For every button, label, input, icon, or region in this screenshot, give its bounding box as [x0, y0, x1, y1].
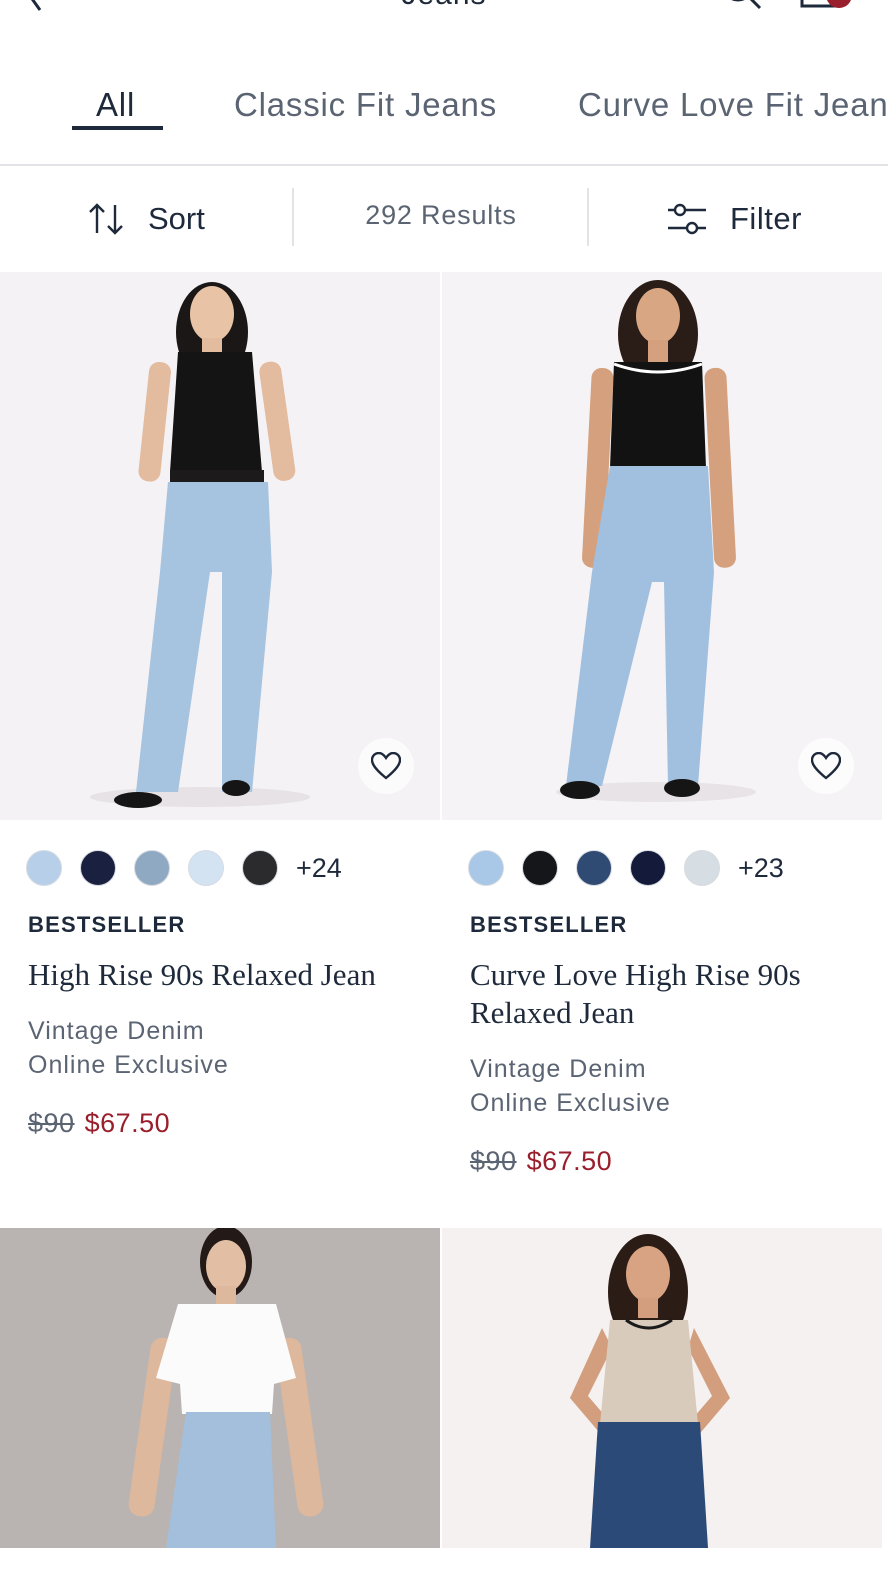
bestseller-badge: BESTSELLER — [28, 912, 186, 937]
tab-curve-love-fit-jeans[interactable]: Curve Love Fit Jeans — [578, 86, 888, 124]
sort-label: Sort — [148, 201, 205, 236]
product-meta: Vintage Denim Online Exclusive — [28, 1014, 229, 1082]
wishlist-button[interactable] — [358, 738, 414, 794]
color-swatch[interactable] — [188, 850, 224, 886]
product-price: $90 $67.50 — [28, 1108, 170, 1139]
color-swatch[interactable] — [630, 850, 666, 886]
original-price: $90 — [470, 1146, 517, 1176]
sort-button[interactable]: Sort — [86, 196, 205, 242]
color-swatch[interactable] — [80, 850, 116, 886]
product-price: $90 $67.50 — [470, 1146, 612, 1177]
bestseller-badge: BESTSELLER — [470, 912, 628, 937]
color-swatches: +24 — [26, 848, 342, 888]
filter-button[interactable]: Filter — [666, 196, 802, 242]
sort-arrows-icon — [89, 203, 123, 235]
color-swatch[interactable] — [242, 850, 278, 886]
filter-label: Filter — [730, 201, 802, 236]
sale-price: $67.50 — [84, 1108, 171, 1138]
original-price: $90 — [28, 1108, 75, 1138]
color-swatch[interactable] — [684, 850, 720, 886]
tab-classic-fit-jeans[interactable]: Classic Fit Jeans — [234, 86, 497, 124]
color-swatch[interactable] — [576, 850, 612, 886]
sort-filter-bar: Sort 292 Results Filter — [0, 166, 888, 272]
category-tabs: All Classic Fit Jeans Curve Love Fit Jea… — [0, 76, 888, 166]
heart-icon — [811, 752, 841, 780]
product-card[interactable] — [442, 1228, 882, 1548]
color-swatches: +23 — [468, 848, 784, 888]
product-availability: Online Exclusive — [28, 1051, 229, 1079]
product-image[interactable] — [442, 1228, 882, 1548]
product-meta: Vintage Denim Online Exclusive — [470, 1052, 671, 1120]
color-swatch[interactable] — [468, 850, 504, 886]
tab-all[interactable]: All — [96, 86, 135, 124]
product-name[interactable]: High Rise 90s Relaxed Jean — [28, 956, 428, 994]
product-availability: Online Exclusive — [470, 1089, 671, 1117]
divider — [292, 188, 294, 246]
color-swatch[interactable] — [134, 850, 170, 886]
product-name[interactable]: Curve Love High Rise 90s Relaxed Jean — [470, 956, 870, 1032]
search-icon[interactable] — [720, 0, 764, 12]
heart-icon — [371, 752, 401, 780]
sale-price: $67.50 — [526, 1146, 613, 1176]
active-tab-indicator — [72, 126, 163, 130]
results-count: 292 Results — [365, 200, 517, 230]
product-wash: Vintage Denim — [470, 1055, 647, 1083]
top-app-bar: Jeans — [0, 0, 888, 20]
wishlist-button[interactable] — [798, 738, 854, 794]
product-image[interactable] — [442, 272, 882, 820]
divider — [587, 188, 589, 246]
product-wash: Vintage Denim — [28, 1017, 205, 1045]
product-image[interactable] — [0, 272, 440, 820]
product-image[interactable] — [0, 1228, 440, 1548]
product-card[interactable]: +24 BESTSELLER High Rise 90s Relaxed Jea… — [0, 272, 440, 1222]
more-colors-count[interactable]: +24 — [296, 853, 342, 884]
product-card[interactable] — [0, 1228, 440, 1548]
color-swatch[interactable] — [522, 850, 558, 886]
more-colors-count[interactable]: +23 — [738, 853, 784, 884]
product-card[interactable]: +23 BESTSELLER Curve Love High Rise 90s … — [442, 272, 882, 1222]
color-swatch[interactable] — [26, 850, 62, 886]
filter-sliders-icon — [668, 203, 706, 235]
